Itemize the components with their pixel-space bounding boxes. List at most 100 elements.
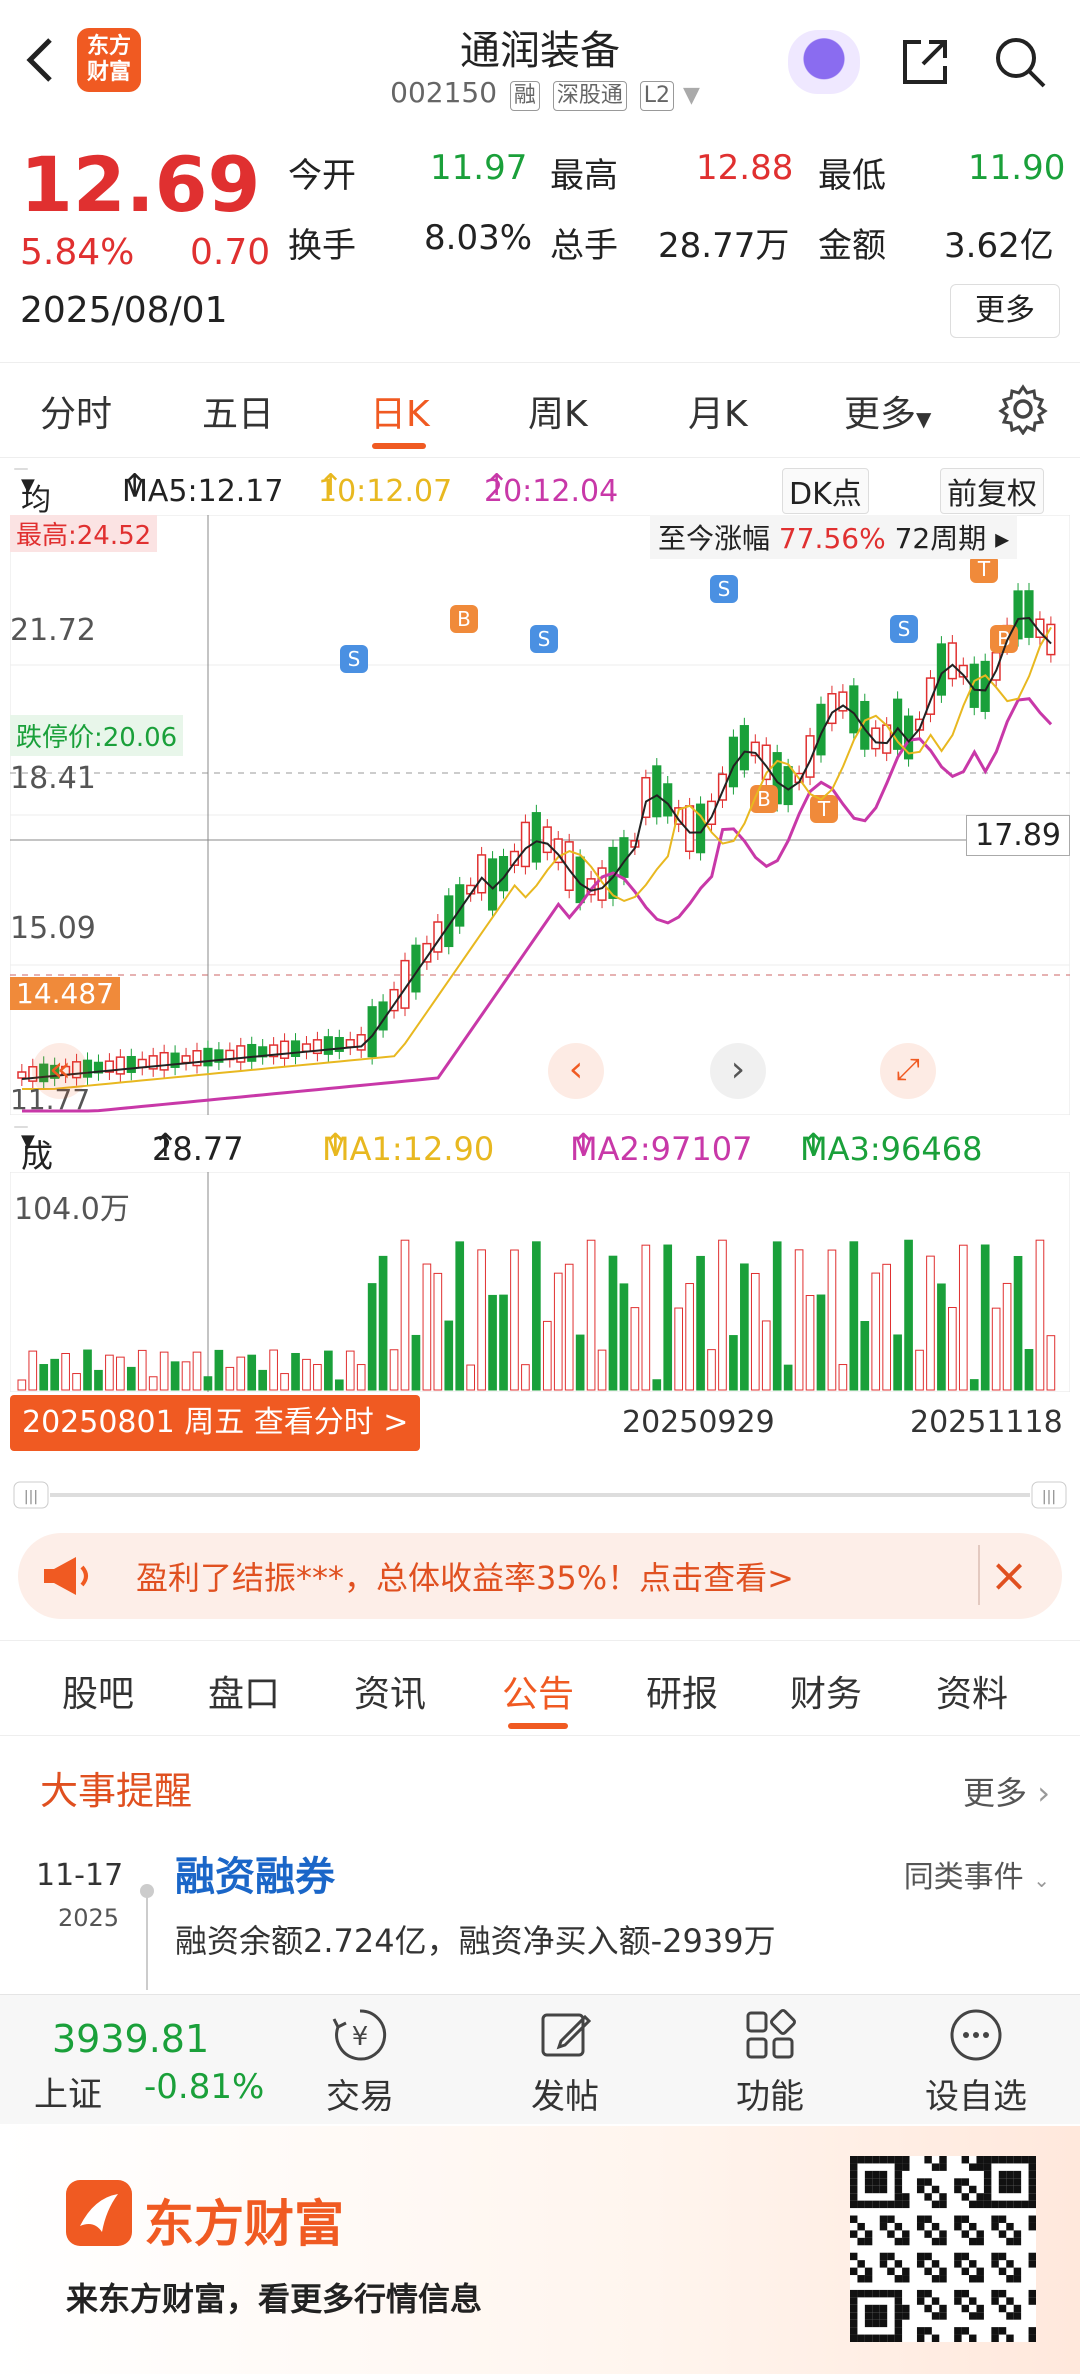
volume-bar xyxy=(499,1294,508,1391)
volume-bar xyxy=(696,1255,705,1391)
tab-intraday[interactable]: 分时 xyxy=(40,385,112,437)
nav-post[interactable]: 发帖 xyxy=(495,2005,635,2118)
open-value: 11.97 xyxy=(430,148,528,188)
candle xyxy=(17,1071,27,1079)
volume-bar xyxy=(389,1349,399,1391)
volume-bar xyxy=(225,1366,235,1391)
volume-bar xyxy=(871,1272,881,1391)
promo-banner[interactable]: 盈利了结振***，总体收益率35%！点击查看> × xyxy=(18,1533,1062,1619)
candle xyxy=(783,766,793,806)
ma-type-select[interactable]: 均线▼ xyxy=(14,468,51,562)
robot-avatar-icon[interactable] xyxy=(788,30,860,94)
tab-research[interactable]: 研报 xyxy=(646,1665,718,1717)
close-icon[interactable]: × xyxy=(978,1545,1038,1605)
nav-trade[interactable]: ¥ 交易 xyxy=(290,2005,430,2118)
volume-bar xyxy=(17,1379,27,1391)
volume-bar xyxy=(772,1241,782,1391)
share-icon[interactable] xyxy=(895,32,955,92)
date-bar: 20250801 周五 查看分时 > 20250929 20251118 xyxy=(10,1395,1070,1455)
volume-chart[interactable]: 104.0万 xyxy=(9,1171,1071,1393)
tab-finance[interactable]: 财务 xyxy=(790,1665,862,1717)
view-intraday-button[interactable]: 20250801 周五 查看分时 > xyxy=(10,1395,421,1451)
period-tabs: 分时 五日 日K 周K 月K 更多▼ xyxy=(0,362,1080,458)
search-icon[interactable] xyxy=(990,32,1050,92)
cross-price-tag: 14.487 xyxy=(10,977,120,1010)
qr-code xyxy=(850,2156,1036,2342)
events-more-link[interactable]: 更多 › xyxy=(963,1768,1050,1814)
stock-code: 002150 xyxy=(390,76,498,109)
tab-guba[interactable]: 股吧 xyxy=(62,1665,134,1717)
signal-marker: S xyxy=(890,615,918,643)
quote-grid: 今开 11.97 最高 12.88 最低 11.90 换手 8.03% 总手 2… xyxy=(288,148,1068,288)
tab-profile[interactable]: 资料 xyxy=(936,1665,1008,1717)
current-price-tag: 17.89 xyxy=(966,815,1070,856)
signal-marker: S xyxy=(340,645,368,673)
volume-bar xyxy=(126,1366,136,1391)
events-title: 大事提醒 xyxy=(40,1769,193,1813)
k-line-svg: SSSSBTBB T xyxy=(9,514,1071,1116)
volume-bar xyxy=(707,1349,716,1391)
tab-announcement[interactable]: 公告 xyxy=(502,1665,574,1717)
level2-tag: L2 xyxy=(639,81,675,111)
nav-functions[interactable]: 功能 xyxy=(700,2005,840,2118)
footer-slogan: 来东方财富，看更多行情信息 xyxy=(66,2280,483,2318)
volume-bar xyxy=(313,1364,322,1391)
forward-adjust-button[interactable]: 前复权 xyxy=(940,468,1044,514)
range-change-box[interactable]: 至今涨幅 77.56% 72周期 ▸ xyxy=(650,515,1018,559)
scroll-left-icon[interactable]: ‹ xyxy=(548,1043,604,1099)
volume-bar xyxy=(542,1320,552,1391)
chart-scrollbar[interactable]: ||| ||| xyxy=(10,1480,1070,1510)
tab-five-day[interactable]: 五日 xyxy=(202,385,274,437)
tab-monthly-k[interactable]: 月K xyxy=(688,385,748,437)
scroll-left-fast-icon[interactable]: « xyxy=(32,1043,88,1099)
amount-label: 金额 xyxy=(818,226,886,266)
footer-brand: 东方财富 xyxy=(144,2195,344,2253)
vol-ma3: MA3:96468 ↑ xyxy=(800,1126,983,1168)
stock-name: 通润装备 xyxy=(460,28,620,74)
volume-bar xyxy=(575,1334,585,1391)
volume-legend: 成交量▼ 28.77万↑ MA1:12.90万↑ MA2:97107↑ MA3:… xyxy=(0,1122,1080,1267)
tab-pankou[interactable]: 盘口 xyxy=(208,1665,280,1717)
tab-news[interactable]: 资讯 xyxy=(354,1665,426,1717)
more-quote-button[interactable]: 更多 xyxy=(950,284,1060,338)
turnover-label: 换手 xyxy=(288,226,356,266)
date-tick-mid: 20250929 xyxy=(622,1405,775,1440)
candle xyxy=(849,685,859,734)
scroll-right-icon[interactable]: › xyxy=(710,1043,766,1099)
index-change: -0.81% xyxy=(144,2067,265,2107)
signal-marker: B xyxy=(450,605,478,633)
k-line-chart[interactable]: SSSSBTBBT 最高:24.52 至今涨幅 77.56% 72周期 ▸ 21… xyxy=(9,514,1071,1116)
volume-bar xyxy=(532,1241,541,1391)
top-bar: 东方 财富 通润装备 002150 融 深股通 L2 ▼ xyxy=(0,0,1080,120)
megaphone-icon xyxy=(40,1551,96,1601)
volume-bar xyxy=(247,1354,257,1391)
volume-bar xyxy=(937,1283,946,1391)
volume-bar xyxy=(718,1239,727,1391)
event-type-select[interactable]: 同类事件 ⌄ xyxy=(904,1852,1050,1896)
back-icon[interactable] xyxy=(18,30,62,90)
volume-bar xyxy=(203,1376,213,1391)
chevron-down-icon[interactable]: ▼ xyxy=(683,83,700,108)
tab-weekly-k[interactable]: 周K xyxy=(528,385,588,437)
volume-bar xyxy=(378,1255,388,1391)
fullscreen-icon[interactable]: ⤢ xyxy=(880,1043,936,1099)
volume-bar xyxy=(455,1241,465,1391)
volume-max-tick: 104.0万 xyxy=(14,1192,130,1227)
nav-add-watchlist[interactable]: 设自选 xyxy=(906,2005,1046,2118)
volume-bar xyxy=(783,1364,793,1391)
news-tabs: 股吧 盘口 资讯 公告 研报 财务 资料 xyxy=(0,1640,1080,1736)
promo-text: 盈利了结振***，总体收益率35%！点击查看> xyxy=(136,1559,794,1597)
volume-bar xyxy=(258,1369,268,1391)
volume-bar xyxy=(958,1244,968,1391)
tab-more[interactable]: 更多▼ xyxy=(844,385,931,437)
tab-daily-k[interactable]: 日K xyxy=(370,385,430,437)
gear-icon[interactable] xyxy=(997,383,1049,436)
svg-text:¥: ¥ xyxy=(352,2022,369,2052)
svg-text:B: B xyxy=(457,607,471,631)
event-title[interactable]: 融资融券 xyxy=(175,1844,335,1902)
volume-bar xyxy=(608,1255,618,1391)
change-percent: 5.84% xyxy=(20,232,135,273)
volume-type-select[interactable]: 成交量▼ xyxy=(14,1126,53,1267)
vol-ma2: MA2:97107 ↑ xyxy=(570,1126,753,1168)
dk-point-button[interactable]: DK点 xyxy=(782,468,869,514)
